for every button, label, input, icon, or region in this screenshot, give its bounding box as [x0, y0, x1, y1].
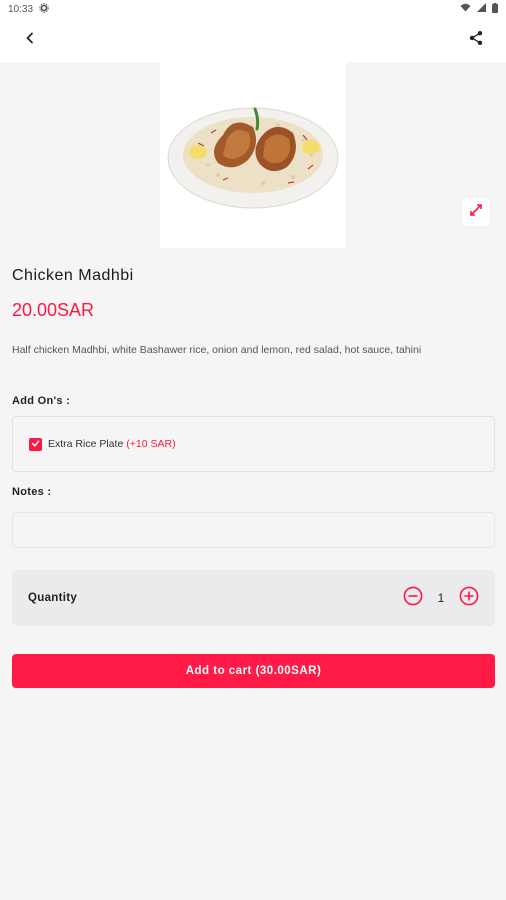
addons-label: Add On's :	[12, 395, 71, 407]
expand-image-button[interactable]	[462, 198, 490, 226]
back-arrow-icon	[24, 31, 36, 49]
share-button[interactable]	[464, 28, 488, 52]
notes-input[interactable]	[12, 512, 495, 548]
back-button[interactable]	[18, 28, 42, 52]
increase-quantity-button[interactable]	[459, 586, 479, 611]
product-title: Chicken Madhbi	[12, 267, 134, 284]
expand-icon	[469, 203, 483, 222]
product-description: Half chicken Madhbi, white Bashawer rice…	[12, 344, 422, 356]
product-image	[160, 62, 346, 248]
checkmark-icon	[31, 435, 40, 453]
quantity-card: Quantity 1	[12, 570, 495, 626]
product-price: 20.00SAR	[12, 300, 95, 320]
notes-label: Notes :	[12, 486, 52, 498]
minus-circle-icon	[403, 586, 423, 611]
battery-icon	[492, 2, 498, 16]
addon-name: Extra Rice Plate	[48, 438, 124, 450]
settings-icon	[39, 2, 49, 16]
wifi-icon	[460, 3, 471, 15]
add-to-cart-button[interactable]: Add to cart (30.00SAR)	[12, 654, 495, 688]
addons-list: Extra Rice Plate (+10 SAR)	[12, 416, 495, 472]
quantity-stepper: 1	[403, 586, 479, 611]
quantity-value: 1	[437, 591, 445, 605]
app-bar	[0, 18, 506, 62]
food-plate-illustration	[167, 107, 339, 209]
decrease-quantity-button[interactable]	[403, 586, 423, 611]
addon-checkbox[interactable]	[29, 435, 42, 453]
quantity-label: Quantity	[28, 592, 78, 604]
addon-price: (+10 SAR)	[126, 438, 176, 450]
status-bar: 10:33	[0, 0, 506, 18]
signal-icon	[477, 3, 486, 15]
status-time: 10:33	[8, 3, 34, 15]
plus-circle-icon	[459, 586, 479, 611]
share-icon	[468, 30, 484, 51]
